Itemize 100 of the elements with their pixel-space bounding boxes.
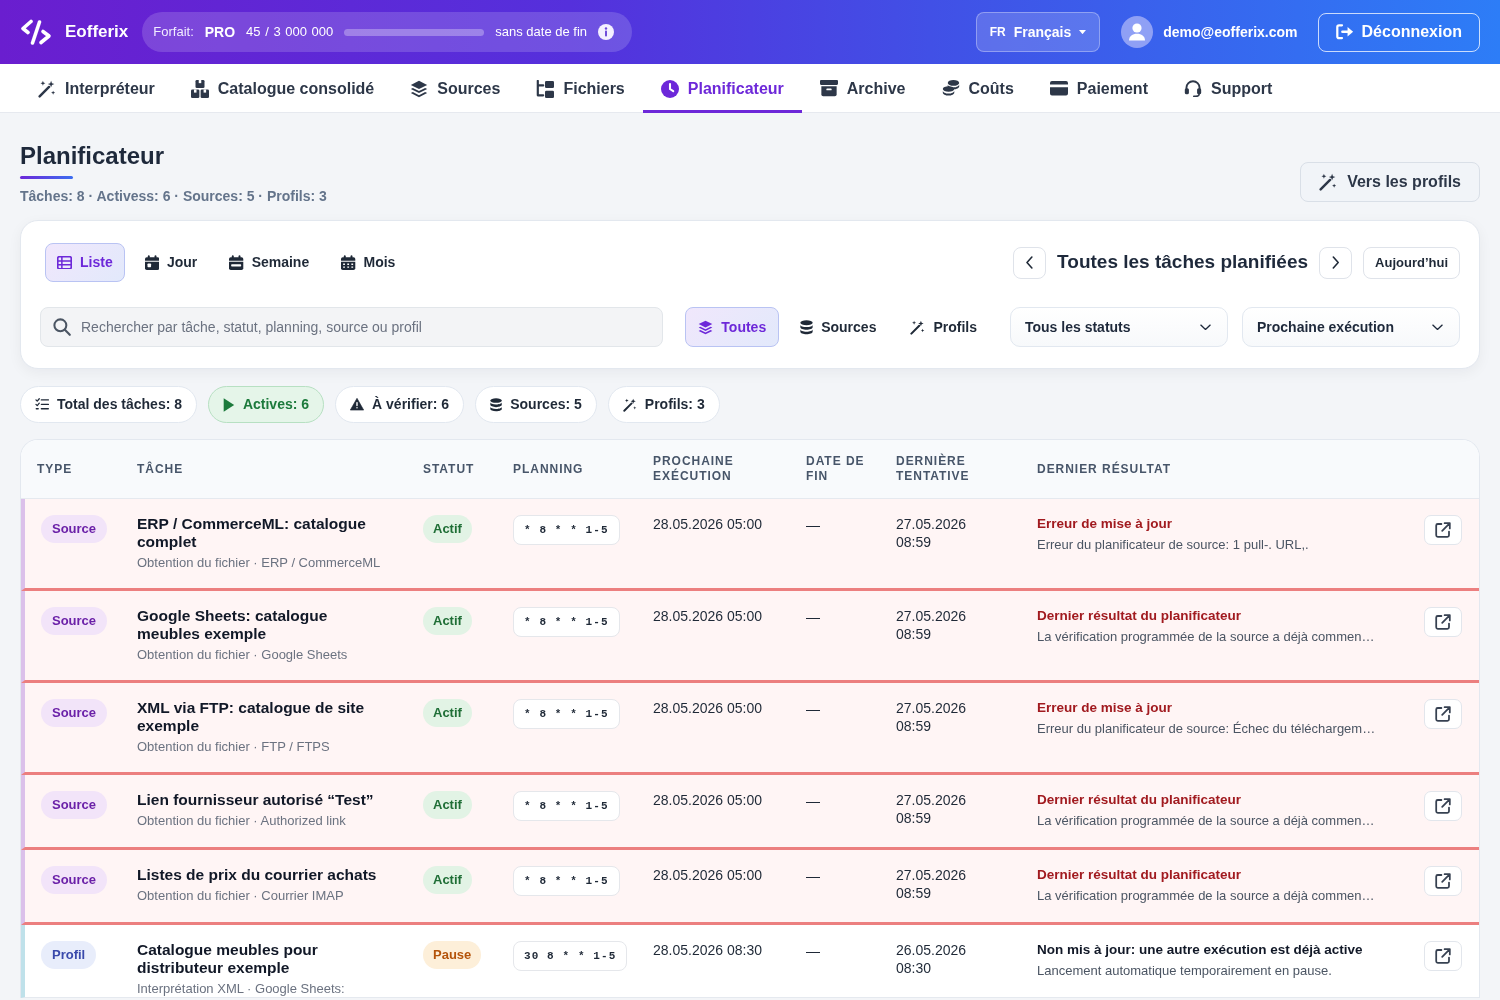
open-button[interactable] [1424,941,1462,971]
nav-tab[interactable]: Interpréteur [20,64,173,113]
schedule-code: * 8 * * 1-5 [513,791,620,821]
scope-filter[interactable]: Toutes [685,307,780,347]
external-link-icon [1435,873,1451,889]
task-title: XML via FTP: catalogue de site exemple [137,699,366,735]
layers-icon [698,319,714,335]
boxes-icon [190,79,209,98]
today-button[interactable]: Aujourd’hui [1363,246,1460,279]
period-title: Toutes les tâches planifiées [1057,250,1309,275]
task-detail: Obtention du fichier · Authorized link [137,813,347,829]
stat-filter-chip[interactable]: À vérifier: 6 [335,386,465,423]
last-attempt-text: 27.05.2026 08:59 [896,607,968,643]
task-detail: Obtention du fichier · FTP / FTPS [137,739,331,755]
nav-tab[interactable]: Support [1165,64,1291,113]
result-detail: Erreur du planificateur de source: Échec du téléchargem… [1037,720,1377,738]
play-icon [223,397,235,412]
nav-tab[interactable]: Fichiers [518,64,643,113]
last-attempt-text: 27.05.2026 08:59 [896,699,968,735]
result-detail: Erreur du planificateur de source: 1 pull-. URL,. [1037,536,1310,554]
task-detail: Obtention du fichier · Google Sheets [137,647,349,663]
end-date-text: — [806,942,820,960]
result-title: Dernier résultat du planificateur [1037,607,1243,625]
column-header: PLANNING [497,440,637,499]
result-detail: Lancement automatique temporairement en pause. [1037,962,1333,980]
folder-tree-icon [536,79,555,98]
database-icon [800,319,814,335]
user-avatar-icon [1121,16,1154,48]
search-field[interactable]: Rechercher par tâche, statut, planning, source ou profil [40,307,664,347]
type-badge: Source [41,791,108,819]
external-link-icon [1435,798,1451,814]
status-badge: Actif [423,515,472,543]
end-date-text: — [806,700,820,718]
last-attempt-text: 27.05.2026 08:59 [896,515,968,551]
open-button[interactable] [1424,607,1462,637]
open-button[interactable] [1424,866,1462,896]
language-button[interactable]: FR Français [975,12,1101,52]
profiles-button[interactable]: Vers les profils [1300,162,1480,202]
end-date-text: — [806,867,820,885]
user-email: demo@eofferix.com [1163,22,1298,42]
logo-icon [20,18,52,46]
stat-filter-chip[interactable]: Profils: 3 [607,386,720,423]
stat-filter-chip[interactable]: Total des tâches: 8 [20,386,197,423]
type-badge: Source [41,607,108,635]
column-header: DATE DE FIN [790,440,880,499]
next-button[interactable] [1319,246,1353,279]
result-title: Non mis à jour: une autre exécution est déjà active [1037,941,1364,959]
nav-tab[interactable]: Planificateur [642,64,802,113]
logout-button[interactable]: Déconnexion [1317,12,1480,52]
status-dropdown[interactable]: Tous les statuts [1010,307,1228,347]
task-detail: Obtention du fichier · ERP / CommerceML [137,555,382,571]
view-tab[interactable]: Jour [132,243,210,282]
view-tab[interactable]: Liste [45,243,125,282]
end-date-text: — [806,792,820,810]
plan-expiry: sans date de fin [495,23,588,42]
external-link-icon [1435,948,1451,964]
open-button[interactable] [1424,699,1462,729]
stat-filter-chip[interactable]: Actives: 6 [208,386,325,423]
plan-label: Forfait: [153,23,194,42]
external-link-icon [1435,522,1451,538]
external-link-icon [1435,706,1451,722]
open-button[interactable] [1424,515,1462,545]
view-tab[interactable]: Semaine [217,243,322,282]
calendar-day-icon [144,255,159,270]
schedule-code: * 8 * * 1-5 [513,866,620,896]
status-badge: Pause [423,941,482,969]
scope-filter[interactable]: Profils [897,307,990,347]
stat-filter-chip[interactable]: Sources: 5 [475,386,597,423]
previous-button[interactable] [1013,246,1047,279]
page-summary: Tâches: 8 · Activess: 6 · Sources: 5 · Profils: 3 [20,187,327,205]
open-button[interactable] [1424,791,1462,821]
status-badge: Actif [423,866,472,894]
view-tab[interactable]: Mois [329,243,408,282]
scope-filter[interactable]: Sources [787,307,890,347]
nav-tab[interactable]: Archive [801,64,924,113]
wand-icon [622,397,637,412]
page-title: Planificateur [20,141,166,171]
brand-name: Eofferix [65,21,129,44]
nav-tab[interactable]: Coûts [923,64,1032,113]
warning-icon [350,398,365,411]
plan-usage: 45 / 3 000 000 [246,23,334,42]
next-run-text: 28.05.2026 05:00 [653,607,763,625]
next-run-text: 28.05.2026 05:00 [653,515,763,533]
calendar-grid-icon [341,255,356,270]
wand-icon [1319,173,1338,191]
wand-icon [38,79,56,98]
plan-name: PRO [204,22,236,42]
layers-icon [410,79,429,98]
schedule-code: 30 8 * * 1-5 [513,941,628,971]
result-detail: La vérification programmée de la source a déjà commen… [1037,887,1376,905]
next-run-text: 28.05.2026 05:00 [653,791,763,809]
chevron-right-icon [1331,256,1340,269]
task-title: ERP / CommerceML: catalogue complet [137,515,367,551]
info-icon [598,24,615,40]
end-date-text: — [806,516,820,534]
credit-card-icon [1049,81,1068,96]
nav-tab[interactable]: Catalogue consolidé [172,64,393,113]
nav-tab[interactable]: Sources [392,64,519,113]
nav-tab[interactable]: Paiement [1031,64,1166,113]
sort-dropdown[interactable]: Prochaine exécution [1242,307,1460,347]
